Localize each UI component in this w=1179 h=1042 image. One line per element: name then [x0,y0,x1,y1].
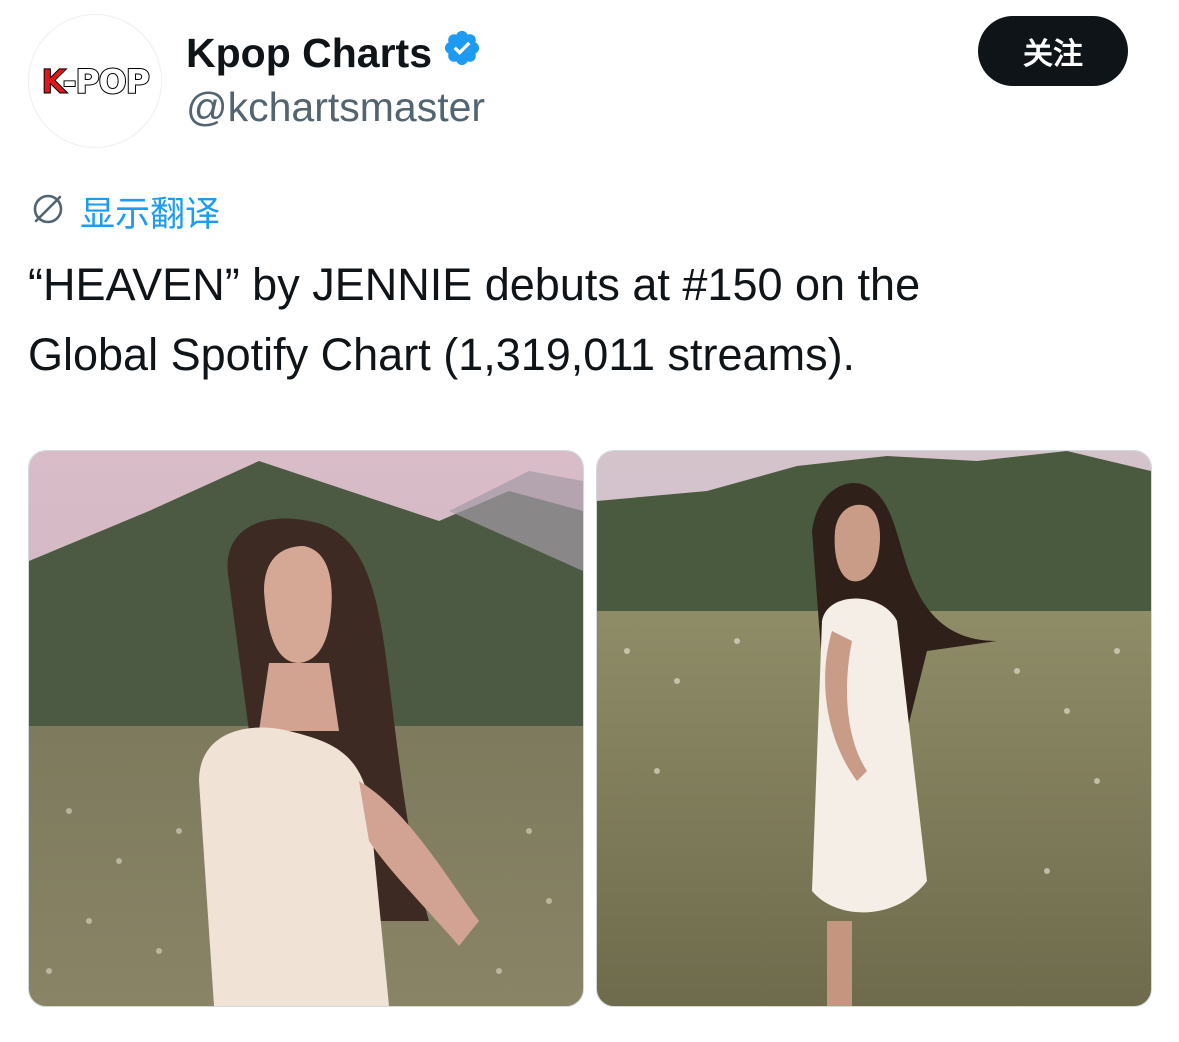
translate-globe-icon [30,191,66,232]
account-display-name-row[interactable]: Kpop Charts [186,28,482,78]
photo-woman-in-field-mountain-pink-sky [29,451,583,1006]
tweet-text-line-2: Global Spotify Chart (1,319,011 streams)… [28,329,856,380]
kpop-logo: K-POP [41,61,151,102]
account-display-name[interactable]: Kpop Charts [186,30,432,77]
show-translation-label[interactable]: 显示翻译 [80,186,220,237]
follow-button[interactable]: 关注 [978,16,1128,86]
account-handle[interactable]: @kchartsmaster [186,84,485,131]
logo-letters-pop: -POP [62,61,151,102]
verified-badge-icon [442,28,482,78]
tweet-photo-1[interactable] [28,450,584,1007]
photo-woman-in-field-mountain-reaching-hand [597,451,1151,1006]
account-avatar[interactable]: K-POP [28,14,162,148]
tweet-text: “HEAVEN” by JENNIE debuts at #150 on the… [28,250,1148,390]
tweet-photo-2[interactable] [596,450,1152,1007]
logo-letter-k: K [41,61,65,101]
tweet-text-line-1: “HEAVEN” by JENNIE debuts at #150 on the [28,259,921,310]
show-translation-link[interactable]: 显示翻译 [30,186,220,237]
